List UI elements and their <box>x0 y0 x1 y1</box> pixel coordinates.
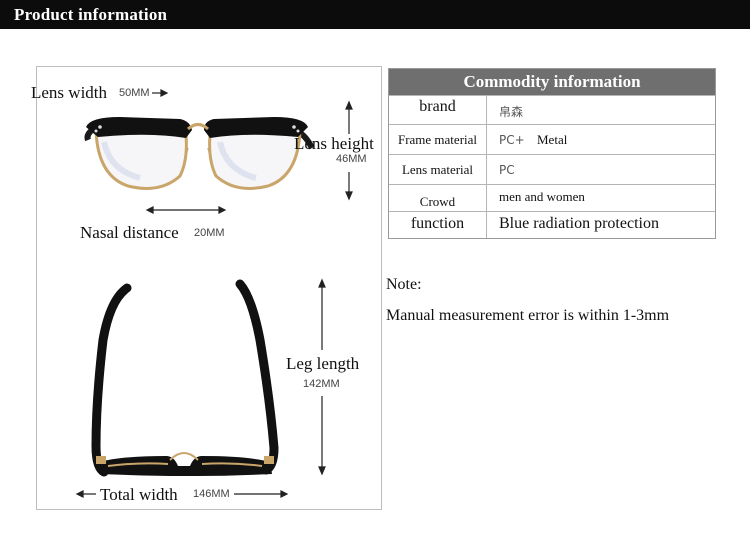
row-label-lens-material: Lens material <box>401 162 474 177</box>
note-title: Note: <box>386 276 422 293</box>
row-value-brand: 帛森 <box>499 105 524 119</box>
table-row: Frame material PC+ Metal <box>389 124 715 154</box>
lens-height-label: Lens height <box>294 134 374 153</box>
row-label-frame-material: Frame material <box>397 132 478 147</box>
row-label-brand: brand <box>419 98 456 115</box>
glasses-top-view <box>91 279 279 477</box>
note-text: Manual measurement error is within 1-3mm <box>386 307 670 324</box>
row-value-crowd: men and women <box>499 189 585 204</box>
total-width-label: Total width <box>100 485 178 504</box>
total-width-value: 146MM <box>193 488 230 500</box>
table-row: function Blue radiation protection <box>389 211 715 238</box>
table-row: Lens material PC <box>389 154 715 184</box>
row-value-frame-material-2: Metal <box>537 132 568 147</box>
row-value-lens-material: PC <box>499 163 515 177</box>
row-label-function: function <box>410 215 465 232</box>
nasal-distance-label: Nasal distance <box>80 223 179 242</box>
table-title: Commodity information <box>389 69 715 95</box>
row-label-crowd: Crowd <box>419 194 456 209</box>
leg-length-label: Leg length <box>286 354 360 373</box>
lens-width-label: Lens width <box>31 83 108 102</box>
table-row: brand 帛森 <box>389 95 715 124</box>
glasses-front-view <box>84 117 315 190</box>
lens-width-value: 50MM <box>119 87 150 99</box>
nasal-distance-value: 20MM <box>194 227 225 239</box>
leg-length-value: 142MM <box>303 378 340 390</box>
table-row: Crowd men and women <box>389 184 715 211</box>
commodity-info-table: Commodity information brand 帛森 Frame mat… <box>388 68 716 239</box>
row-value-frame-material: PC+ <box>499 133 525 147</box>
lens-height-value: 46MM <box>336 153 367 165</box>
row-value-function: Blue radiation protection <box>499 215 659 232</box>
